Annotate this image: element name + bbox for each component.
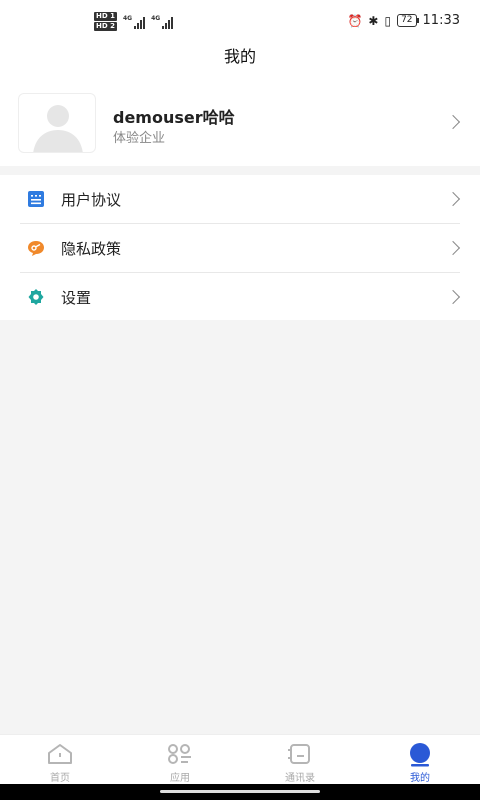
menu-item-label: 隐私政策 [61,240,122,258]
menu-item-label: 设置 [61,289,92,307]
sim1-label: HD 1 [94,12,117,21]
tab-home[interactable]: 首页 [0,735,120,784]
signal-icon: 4G [151,14,174,29]
vibrate-icon: ▯ [384,13,392,28]
clock: 11:33 [422,13,460,28]
apps-icon [168,744,191,764]
page-title: 我的 [0,44,480,74]
network-type-label: 4G [151,14,161,22]
battery-icon: 72 [397,14,420,27]
tab-mine[interactable]: 我的 [360,735,480,784]
chevron-right-icon [445,289,461,305]
tab-label: 我的 [410,773,430,784]
profile-card[interactable]: demouser哈哈 体验企业 [0,74,480,166]
gear-icon [28,289,44,305]
system-nav-bar [0,784,480,800]
menu-item-settings[interactable]: 设置 [0,273,480,321]
chevron-right-icon [445,191,461,207]
menu-item-user-agreement[interactable]: 用户协议 [0,175,480,223]
menu-item-label: 用户协议 [61,191,122,209]
status-right: ⏰ ✱ ▯ 72 11:33 [347,13,460,28]
avatar[interactable] [18,93,96,153]
company-name: 体验企业 [113,131,166,146]
default-avatar-icon [33,105,83,152]
signal-indicators: HD 1 HD 2 4G 4G [94,12,174,31]
contacts-icon [288,744,310,764]
chevron-right-icon [445,114,461,130]
privacy-icon [28,241,44,256]
profile-icon [410,743,430,767]
alarm-icon: ⏰ [347,13,363,28]
document-icon [28,191,44,207]
signal-icon: 4G [122,14,146,29]
home-icon [48,744,72,764]
home-indicator[interactable] [160,790,320,793]
sim-indicators: HD 1 HD 2 [94,12,117,31]
username: demouser哈哈 [113,108,235,127]
menu-item-privacy-policy[interactable]: 隐私政策 [0,224,480,272]
settings-menu: 用户协议 隐私政策 设置 [0,175,480,320]
status-bar: HD 1 HD 2 4G 4G ⏰ ✱ ▯ 72 11:33 [0,0,480,44]
sim2-label: HD 2 [94,22,117,31]
tab-label: 应用 [170,773,190,784]
tab-label: 通讯录 [285,773,315,784]
bottom-tab-bar: 首页 应用 通讯录 我的 [0,734,480,784]
tab-apps[interactable]: 应用 [120,735,240,784]
chevron-right-icon [445,240,461,256]
tab-contacts[interactable]: 通讯录 [240,735,360,784]
network-type-label: 4G [122,14,133,22]
tab-label: 首页 [50,773,70,784]
bluetooth-icon: ✱ [368,13,379,28]
